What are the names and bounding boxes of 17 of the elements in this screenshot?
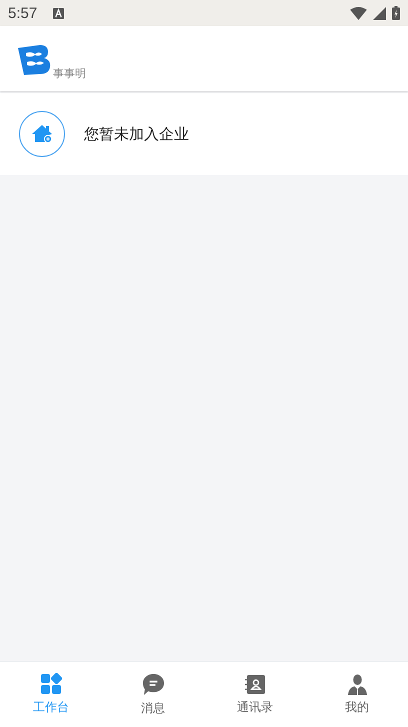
clock-time: 5:57 [8,4,38,22]
app-name: 事事明 [53,66,86,81]
tab[interactable]: 工作台 [0,662,102,727]
tab[interactable]: 通讯录 [204,662,306,727]
no-company-message: 您暂未加入企业 [84,124,189,144]
chat-icon [142,672,164,696]
person-icon [346,674,368,694]
home-icon [19,111,65,157]
address-book-icon [244,674,266,694]
notification-icon [53,8,64,18]
wifi-icon [350,6,367,20]
grid-icon [40,673,62,695]
tab[interactable]: 我的 [306,662,408,727]
tab[interactable]: 消息 [102,662,204,727]
logo-icon [18,45,52,75]
battery-icon [392,6,400,20]
signal-icon [373,6,386,20]
